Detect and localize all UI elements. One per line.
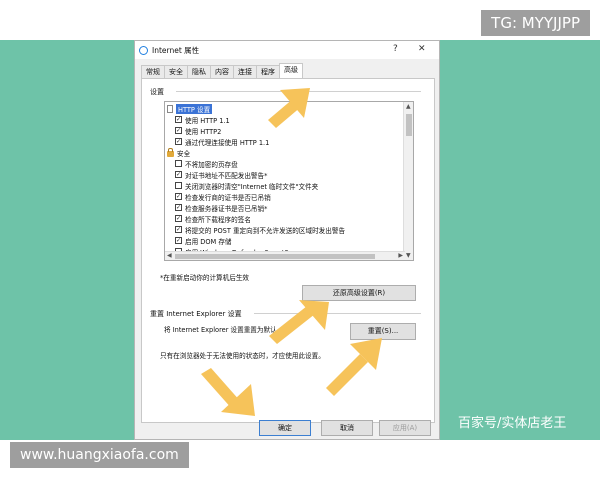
watermark-bottom-left: www.huangxiaofa.com — [10, 442, 189, 468]
settings-checkbox-item[interactable]: ✓ 通过代理连接使用 HTTP 1.1 — [175, 136, 269, 147]
settings-checkbox-item[interactable]: ✓ 将提交的 POST 重定向到不允许发送的区域时发出警告 — [175, 224, 345, 235]
settings-category[interactable]: HTTP 设置 — [167, 103, 213, 114]
close-button[interactable]: ✕ — [418, 44, 426, 54]
reset-description: 将 Internet Explorer 设置重置为默认 — [164, 326, 277, 334]
settings-item-label: 检查发行商的证书是否已吊销 — [185, 193, 271, 202]
checkbox[interactable]: ✓ — [175, 127, 182, 134]
page-icon — [167, 104, 173, 113]
tab-security[interactable]: 安全 — [164, 65, 188, 78]
settings-checkbox-item[interactable]: ✓ 检查所下载程序的签名 — [175, 213, 251, 224]
lock-icon — [167, 147, 174, 157]
arrow-icon — [326, 338, 382, 396]
settings-checkbox-item[interactable]: ✓ 启用 DOM 存储 — [175, 235, 232, 246]
scroll-down-icon[interactable]: ▼ — [406, 252, 411, 259]
settings-checkbox-item[interactable]: 关闭浏览器时清空"Internet 临时文件"文件夹 — [175, 180, 318, 191]
tab-content[interactable]: 内容 — [210, 65, 234, 78]
tab-connections[interactable]: 连接 — [233, 65, 257, 78]
checkbox[interactable]: ✓ — [175, 204, 182, 211]
settings-group-label: 设置 — [150, 88, 164, 96]
internet-explorer-icon — [139, 45, 148, 55]
settings-checkbox-item[interactable]: ✓ 检查发行商的证书是否已吊销 — [175, 191, 271, 202]
tab-general[interactable]: 常规 — [141, 65, 165, 78]
scroll-right-icon[interactable]: ▶ — [398, 252, 403, 259]
checkbox[interactable]: ✓ — [175, 215, 182, 222]
settings-checkbox-item[interactable]: ✓ 使用 HTTP 1.1 — [175, 114, 230, 125]
scrollbar-thumb[interactable] — [406, 114, 412, 136]
settings-item-label: 检查所下载程序的签名 — [185, 215, 251, 224]
scroll-left-icon[interactable]: ◀ — [167, 252, 172, 259]
arrow-icon — [201, 368, 255, 416]
watermark-bottom-right: 百家号/实体店老王 — [458, 416, 567, 431]
checkbox[interactable]: ✓ — [175, 237, 182, 244]
settings-item-label: 不将加密的页存盘 — [185, 160, 238, 169]
help-button[interactable]: ? — [393, 44, 398, 54]
reset-group-label: 重置 Internet Explorer 设置 — [150, 310, 242, 318]
horizontal-scrollbar[interactable]: ◀ ▶ — [165, 251, 405, 260]
ok-button[interactable]: 确定 — [259, 420, 311, 436]
apply-button[interactable]: 应用(A) — [379, 420, 431, 436]
settings-item-label: 使用 HTTP 1.1 — [185, 116, 230, 125]
checkbox[interactable]: ✓ — [175, 226, 182, 233]
scroll-up-icon[interactable]: ▲ — [406, 103, 411, 110]
scrollbar-thumb[interactable] — [175, 254, 375, 259]
watermark-top-right: TG: MYYJJPP — [481, 10, 590, 36]
reset-note: 只有在浏览器处于无法使用的状态时，才应使用此设置。 — [160, 352, 325, 360]
checkbox[interactable]: ✓ — [175, 171, 182, 178]
settings-checkbox-item[interactable]: ✓ 检查服务器证书是否已吊销* — [175, 202, 267, 213]
checkbox[interactable]: ✓ — [175, 138, 182, 145]
background-panel-left — [0, 40, 135, 440]
settings-item-label: HTTP 设置 — [176, 103, 213, 114]
tab-privacy[interactable]: 隐私 — [187, 65, 211, 78]
settings-item-label: 对证书地址不匹配发出警告* — [185, 171, 268, 180]
checkbox[interactable] — [175, 182, 182, 189]
settings-item-label: 通过代理连接使用 HTTP 1.1 — [185, 138, 270, 147]
settings-checkbox-item[interactable]: ✓ 对证书地址不匹配发出警告* — [175, 169, 267, 180]
settings-item-label: 安全 — [177, 149, 191, 158]
checkbox[interactable] — [175, 160, 182, 167]
background-panel-right — [440, 40, 600, 440]
dialog-title: Internet 属性 — [152, 45, 200, 55]
checkbox[interactable]: ✓ — [175, 193, 182, 200]
arrow-icon — [268, 88, 310, 128]
settings-checkbox-item[interactable]: ✓ 使用 HTTP2 — [175, 125, 221, 136]
settings-item-label: 启用 DOM 存储 — [185, 237, 232, 246]
settings-checkbox-item[interactable]: 不将加密的页存盘 — [175, 158, 238, 169]
tab-advanced[interactable]: 高级 — [279, 63, 303, 78]
settings-item-label: 将提交的 POST 重定向到不允许发送的区域时发出警告 — [185, 226, 346, 235]
vertical-scrollbar[interactable]: ▲ ▼ — [403, 102, 413, 260]
settings-item-label: 关闭浏览器时清空"Internet 临时文件"文件夹 — [185, 182, 319, 191]
settings-category[interactable]: 安全 — [167, 147, 190, 158]
tab-strip: 常规 安全 隐私 内容 连接 程序 高级 — [141, 63, 303, 79]
cancel-button[interactable]: 取消 — [321, 420, 373, 436]
settings-item-label: 检查服务器证书是否已吊销* — [185, 204, 268, 213]
restart-note: *在重新启动你的计算机后生效 — [160, 274, 250, 282]
tab-programs[interactable]: 程序 — [256, 65, 280, 78]
checkbox[interactable]: ✓ — [175, 116, 182, 123]
settings-item-label: 使用 HTTP2 — [185, 127, 222, 136]
